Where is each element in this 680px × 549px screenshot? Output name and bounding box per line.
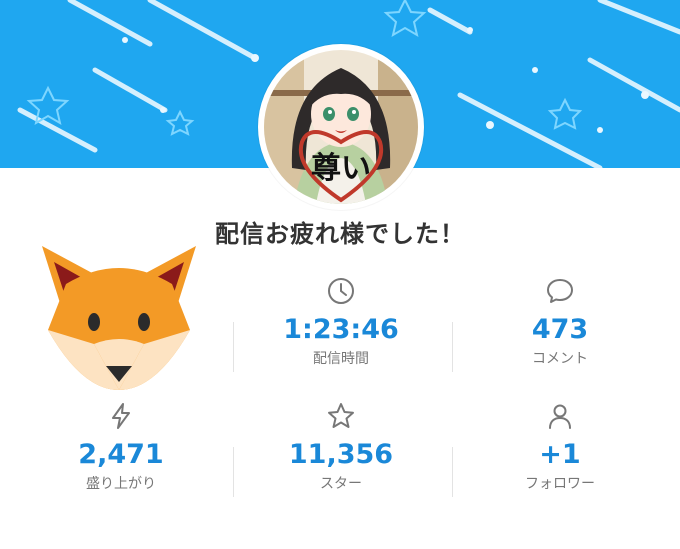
lightning-icon	[112, 403, 130, 429]
stat-label: スター	[320, 476, 362, 492]
avatar-badge-text: 尊い	[311, 151, 371, 186]
stat-label: コメント	[532, 351, 588, 367]
person-icon	[549, 404, 571, 429]
star-icon	[328, 403, 354, 428]
avatar-illustration: 尊い	[264, 50, 418, 204]
stat-value: 2,471	[78, 439, 164, 470]
stat-value: 11,356	[288, 439, 394, 470]
stat-value: 1:23:46	[283, 314, 399, 345]
stat-value: 473	[531, 314, 589, 345]
stat-comments: 473 コメント	[447, 274, 673, 368]
stat-label: フォロワー	[525, 476, 595, 492]
stat-value: +1	[539, 439, 581, 470]
stat-stars: 11,356 スター	[228, 399, 454, 493]
streamer-avatar[interactable]: 尊い	[258, 44, 424, 210]
fox-icon	[36, 244, 202, 396]
comment-icon	[547, 279, 573, 303]
stat-excitement: 2,471 盛り上がり	[8, 399, 234, 493]
fox-face-graphic	[42, 246, 196, 390]
stat-label: 盛り上がり	[86, 476, 156, 492]
stat-label: 配信時間	[313, 351, 369, 367]
clock-icon	[328, 278, 354, 304]
stat-followers: +1 フォロワー	[447, 399, 673, 493]
stat-stream-time: 1:23:46 配信時間	[228, 274, 454, 368]
